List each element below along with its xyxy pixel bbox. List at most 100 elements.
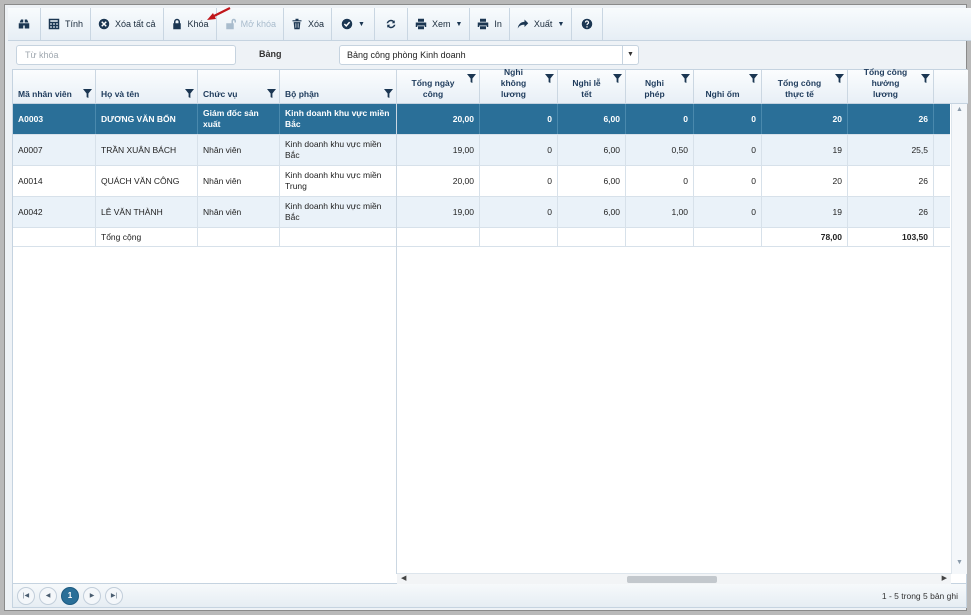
col-full-name-cell[interactable]: DƯƠNG VĂN BỐN [96, 104, 198, 134]
filter-icon[interactable] [921, 74, 930, 83]
col-total-days-cell[interactable]: 20,00 [397, 166, 480, 196]
table-select[interactable]: Bảng công phòng Kinh doanh ▼ [339, 45, 639, 65]
col-employee-id-cell[interactable]: A0007 [13, 135, 96, 165]
table-row[interactable]: A0014 QUÁCH VĂN CÔNG Nhân viên Kinh doanh k… [13, 166, 950, 197]
col-annual-leave-cell[interactable]: 0 [626, 166, 694, 196]
col-full-name-cell[interactable]: LÊ VĂN THÀNH [96, 197, 198, 227]
col-department-cell[interactable]: Kinh doanh khu vực miền Bắc [280, 104, 397, 134]
filter-icon[interactable] [467, 74, 476, 83]
col-annual-leave-cell[interactable]: 0,50 [626, 135, 694, 165]
prev-page-button[interactable]: ◀ [39, 587, 57, 605]
col-employee-id-cell[interactable]: A0042 [13, 197, 96, 227]
col-unpaid-leave-header[interactable]: Nghỉ không lương [480, 67, 558, 104]
next-page-button[interactable]: ▶ [83, 587, 101, 605]
col-unpaid-leave-cell[interactable]: 0 [480, 197, 558, 227]
col-holiday-cell[interactable]: 6,00 [558, 166, 626, 196]
col-position-cell[interactable]: Nhân viên [198, 166, 280, 196]
col-actual-days-cell[interactable]: 19 [762, 135, 848, 165]
col-holiday-cell[interactable]: 6,00 [558, 135, 626, 165]
col-sick-leave-header[interactable]: Nghỉ ốm [694, 70, 762, 104]
col-holiday-cell[interactable]: 6,00 [558, 197, 626, 227]
col-annual-leave-cell[interactable]: 1,00 [626, 197, 694, 227]
last-page-button[interactable]: ▶| [105, 587, 123, 605]
approve-dropdown-button[interactable]: ▼ [332, 8, 375, 40]
horizontal-scrollbar[interactable]: ◀ ▶ [397, 573, 951, 584]
scroll-right-icon[interactable]: ▶ [942, 574, 947, 582]
col-paid-days-cell[interactable]: 26 [848, 197, 934, 227]
table-row[interactable]: A0003 DƯƠNG VĂN BỐN Giám đốc sản xuất Kinh … [13, 104, 950, 135]
col-total-days-cell[interactable]: 19,00 [397, 197, 480, 227]
col-position-cell[interactable]: Nhân viên [198, 135, 280, 165]
vertical-scrollbar[interactable]: ▲ ▼ [951, 104, 967, 574]
col-actual-days-cell[interactable]: 20 [762, 104, 848, 134]
col-actual-days-cell[interactable]: 19 [762, 197, 848, 227]
keyword-search-input[interactable] [16, 45, 236, 65]
chevron-down-icon: ▼ [557, 20, 565, 28]
col-employee-id-cell[interactable]: A0014 [13, 166, 96, 196]
col-total-days-cell[interactable]: 20,00 [397, 104, 480, 134]
filter-icon[interactable] [545, 74, 554, 83]
current-page-button[interactable]: 1 [61, 587, 79, 605]
filter-icon[interactable] [267, 89, 276, 98]
scroll-up-icon[interactable]: ▲ [956, 106, 963, 113]
col-sick-leave-cell[interactable]: 0 [694, 135, 762, 165]
col-unpaid-leave-cell[interactable]: 0 [480, 166, 558, 196]
col-unpaid-leave-cell[interactable]: 0 [480, 104, 558, 134]
filter-icon[interactable] [613, 74, 622, 83]
first-page-button[interactable]: |◀ [17, 587, 35, 605]
filter-icon[interactable] [83, 89, 92, 98]
export-dropdown-button[interactable]: Xuất ▼ [510, 8, 573, 40]
col-sick-leave-cell[interactable]: 0 [694, 197, 762, 227]
col-paid-days-cell[interactable]: 26 [848, 104, 934, 134]
clear-all-button[interactable]: Xóa tất cả [91, 8, 164, 40]
col-annual-leave-header[interactable]: Nghỉ phép [626, 70, 694, 104]
scroll-down-icon[interactable]: ▼ [956, 559, 963, 566]
col-total-days-cell[interactable]: 19,00 [397, 135, 480, 165]
col-holiday-header[interactable]: Nghỉ lễ tết [558, 70, 626, 104]
col-sick-leave-cell[interactable]: 0 [694, 104, 762, 134]
col-employee-id-cell[interactable]: A0003 [13, 104, 96, 134]
col-holiday-cell[interactable]: 6,00 [558, 104, 626, 134]
col-department-cell[interactable]: Kinh doanh khu vực miền Bắc [280, 197, 397, 227]
col-actual-days-cell[interactable]: 20 [762, 166, 848, 196]
chevron-down-icon[interactable]: ▼ [622, 46, 638, 64]
col-actual-days-header[interactable]: Tổng công thực tế [762, 70, 848, 104]
col-paid-days-header[interactable]: Tổng công hưởng lương [848, 67, 934, 104]
filter-icon[interactable] [384, 89, 393, 98]
print-button[interactable]: In [470, 8, 510, 40]
scroll-left-icon[interactable]: ◀ [401, 574, 406, 582]
col-full-name-header[interactable]: Họ và tên [96, 70, 198, 104]
table-row[interactable]: A0007 TRẦN XUÂN BÁCH Nhân viên Kinh doanh k… [13, 135, 950, 166]
delete-button[interactable]: Xóa [284, 8, 333, 40]
filter-icon[interactable] [681, 74, 690, 83]
col-position-header[interactable]: Chức vụ [198, 70, 280, 104]
col-full-name-cell[interactable]: QUÁCH VĂN CÔNG [96, 166, 198, 196]
col-employee-id-header[interactable]: Mã nhân viên [13, 70, 96, 104]
clear-icon [98, 18, 110, 30]
col-department-cell[interactable]: Kinh doanh khu vực miền Trung [280, 166, 397, 196]
filter-icon[interactable] [749, 74, 758, 83]
calculate-button[interactable]: Tính [41, 8, 92, 40]
col-department-header[interactable]: Bộ phận [280, 70, 397, 104]
col-paid-days-cell[interactable]: 26 [848, 166, 934, 196]
annotation-arrow-icon [207, 7, 231, 20]
filter-icon[interactable] [185, 89, 194, 98]
col-sick-leave-cell[interactable]: 0 [694, 166, 762, 196]
col-position-cell[interactable]: Nhân viên [198, 197, 280, 227]
scroll-thumb[interactable] [627, 576, 717, 583]
col-total-days-header[interactable]: Tổng ngày công [397, 70, 480, 104]
table-row[interactable]: A0042 LÊ VĂN THÀNH Nhân viên Kinh doanh khu… [13, 197, 950, 228]
col-unpaid-leave-cell[interactable]: 0 [480, 135, 558, 165]
refresh-button[interactable] [375, 8, 408, 40]
col-paid-days-cell[interactable]: 25,5 [848, 135, 934, 165]
search-toggle-button[interactable] [8, 8, 41, 40]
export-icon [517, 19, 529, 29]
help-button[interactable] [572, 8, 604, 40]
view-dropdown-button[interactable]: Xem ▼ [408, 8, 471, 40]
col-position-cell[interactable]: Giám đốc sản xuất [198, 104, 280, 134]
totals-empty-cell [558, 228, 626, 246]
col-full-name-cell[interactable]: TRẦN XUÂN BÁCH [96, 135, 198, 165]
col-annual-leave-cell[interactable]: 0 [626, 104, 694, 134]
col-department-cell[interactable]: Kinh doanh khu vực miền Bắc [280, 135, 397, 165]
filter-icon[interactable] [835, 74, 844, 83]
